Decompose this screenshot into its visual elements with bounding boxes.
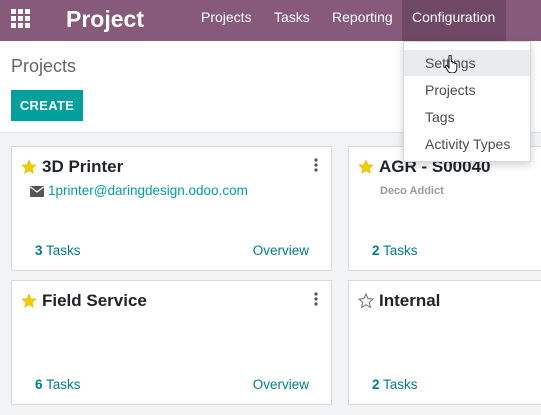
tasks-link[interactable]: 2 Tasks <box>372 377 418 392</box>
task-word: Tasks <box>46 377 81 392</box>
kebab-menu-icon[interactable] <box>313 158 319 172</box>
task-word: Tasks <box>46 243 81 258</box>
apps-grid-icon[interactable] <box>11 9 31 29</box>
app-title: Project <box>66 6 144 32</box>
task-count: 6 <box>35 377 43 392</box>
nav-reporting[interactable]: Reporting <box>332 0 393 41</box>
menu-item-projects[interactable]: Projects <box>404 77 530 103</box>
project-card-agr-s00040[interactable]: AGR - S00040 Deco Addict 2 Tasks <box>348 146 541 271</box>
overview-link[interactable]: Overview <box>253 243 309 258</box>
overview-link[interactable]: Overview <box>253 377 309 392</box>
star-icon[interactable] <box>358 159 374 175</box>
configuration-dropdown: Settings Projects Tags Activity Types <box>403 41 531 162</box>
task-word: Tasks <box>383 377 418 392</box>
menu-item-activity-types[interactable]: Activity Types <box>404 131 530 157</box>
menu-item-tags[interactable]: Tags <box>404 104 530 130</box>
hand-pointer-icon <box>445 55 458 73</box>
task-count: 2 <box>372 243 380 258</box>
top-navbar: Project Projects Tasks Reporting Configu… <box>0 0 541 41</box>
envelope-icon <box>30 186 44 197</box>
project-partner: Deco Addict <box>380 185 444 197</box>
menu-item-settings[interactable]: Settings <box>404 50 530 76</box>
star-outline-icon[interactable] <box>358 293 374 309</box>
project-email[interactable]: 1printer@daringdesign.odoo.com <box>48 183 248 198</box>
project-title[interactable]: Field Service <box>42 291 147 311</box>
tasks-link[interactable]: 6 Tasks <box>35 377 81 392</box>
create-button[interactable]: CREATE <box>11 90 83 121</box>
nav-configuration[interactable]: Configuration <box>402 0 506 41</box>
kebab-menu-icon[interactable] <box>313 292 319 306</box>
project-card-field-service[interactable]: Field Service 6 Tasks Overview <box>11 280 332 405</box>
project-title[interactable]: Internal <box>379 291 440 311</box>
project-card-3d-printer[interactable]: 3D Printer 1printer@daringdesign.odoo.co… <box>11 146 332 271</box>
breadcrumb: Projects <box>11 56 77 76</box>
nav-projects[interactable]: Projects <box>201 0 252 41</box>
task-word: Tasks <box>383 243 418 258</box>
project-card-internal[interactable]: Internal 2 Tasks <box>348 280 541 405</box>
project-title[interactable]: 3D Printer <box>42 157 123 177</box>
task-count: 3 <box>35 243 43 258</box>
tasks-link[interactable]: 3 Tasks <box>35 243 81 258</box>
star-icon[interactable] <box>21 293 37 309</box>
star-icon[interactable] <box>21 159 37 175</box>
task-count: 2 <box>372 377 380 392</box>
tasks-link[interactable]: 2 Tasks <box>372 243 418 258</box>
nav-tasks[interactable]: Tasks <box>274 0 310 41</box>
